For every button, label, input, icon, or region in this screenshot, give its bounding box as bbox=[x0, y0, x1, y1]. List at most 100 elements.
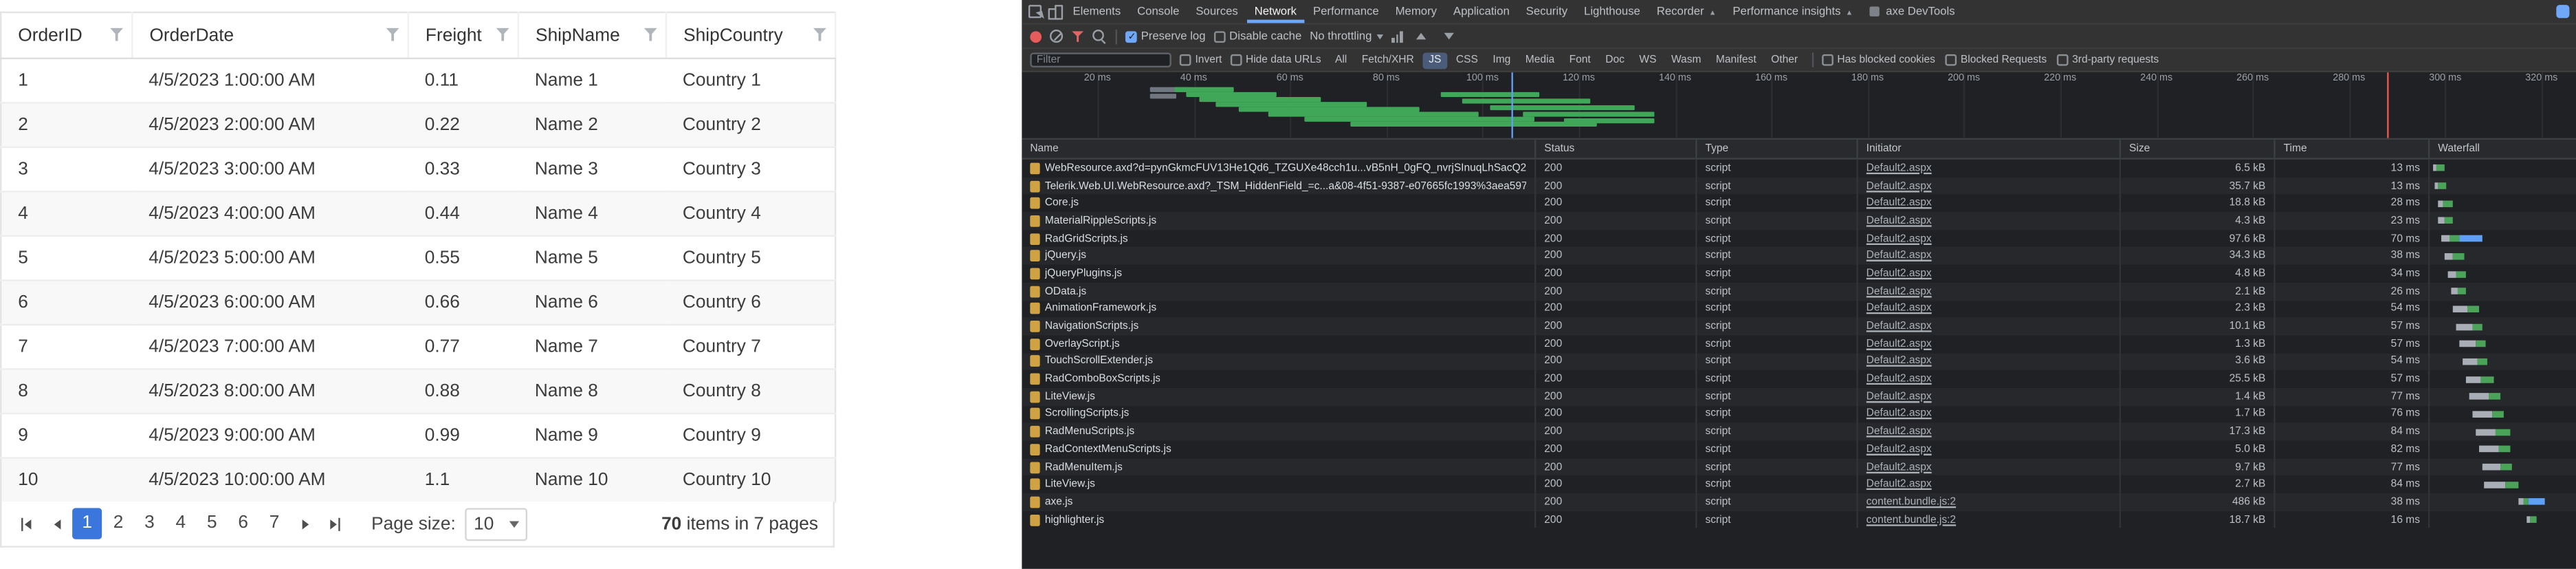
filter-option-blocked-requests[interactable]: Blocked Requests bbox=[1945, 54, 2047, 66]
pager-last-button[interactable] bbox=[320, 508, 351, 539]
request-row[interactable]: MaterialRippleScripts.js200scriptDefault… bbox=[1022, 212, 2576, 230]
initiator-link[interactable]: Default2.aspx bbox=[1867, 374, 1932, 385]
invert-option[interactable]: Invert bbox=[1180, 54, 1222, 66]
tab-console[interactable]: Console bbox=[1129, 0, 1187, 23]
request-row[interactable]: RadMenuScripts.js200scriptDefault2.aspx1… bbox=[1022, 423, 2576, 441]
filter-type-other[interactable]: Other bbox=[1765, 52, 1804, 68]
record-button[interactable] bbox=[1030, 30, 1042, 42]
table-row[interactable]: 54/5/2023 5:00:00 AM0.55Name 5Country 5 bbox=[1, 236, 835, 281]
request-row[interactable]: highlighter.js200scriptcontent.bundle.js… bbox=[1022, 511, 2576, 529]
table-row[interactable]: 44/5/2023 4:00:00 AM0.44Name 4Country 4 bbox=[1, 191, 835, 236]
tab-elements[interactable]: Elements bbox=[1065, 0, 1130, 23]
filter-icon[interactable] bbox=[110, 28, 123, 41]
pager-page-5[interactable]: 5 bbox=[197, 508, 227, 539]
initiator-link[interactable]: Default2.aspx bbox=[1867, 268, 1932, 279]
initiator-link[interactable]: Default2.aspx bbox=[1867, 479, 1932, 491]
tab-recorder[interactable]: Recorder▲ bbox=[1649, 0, 1725, 23]
filter-type-fetch-xhr[interactable]: Fetch/XHR bbox=[1356, 52, 1420, 68]
filter-type-js[interactable]: JS bbox=[1423, 52, 1447, 68]
initiator-link[interactable]: Default2.aspx bbox=[1867, 356, 1932, 367]
export-har-icon[interactable] bbox=[1438, 26, 1458, 46]
column-header-orderid[interactable]: OrderID bbox=[1, 12, 132, 58]
tab-memory[interactable]: Memory bbox=[1387, 0, 1445, 23]
request-row[interactable]: RadComboBoxScripts.js200scriptDefault2.a… bbox=[1022, 370, 2576, 388]
table-row[interactable]: 24/5/2023 2:00:00 AM0.22Name 2Country 2 bbox=[1, 103, 835, 147]
filter-type-img[interactable]: Img bbox=[1487, 52, 1517, 68]
initiator-link[interactable]: Default2.aspx bbox=[1867, 197, 1932, 209]
initiator-link[interactable]: Default2.aspx bbox=[1867, 250, 1932, 262]
checkbox-unchecked-icon[interactable] bbox=[2056, 54, 2068, 66]
tab-application[interactable]: Application bbox=[1445, 0, 1518, 23]
filter-type-all[interactable]: All bbox=[1330, 52, 1353, 68]
initiator-link[interactable]: Default2.aspx bbox=[1867, 180, 1932, 192]
pager-page-6[interactable]: 6 bbox=[228, 508, 258, 539]
pager-page-3[interactable]: 3 bbox=[135, 508, 164, 539]
tab-axe-devtools[interactable]: axe DevTools bbox=[1861, 0, 1963, 23]
device-toolbar-icon[interactable] bbox=[1045, 1, 1065, 21]
initiator-link[interactable]: Default2.aspx bbox=[1867, 215, 1932, 227]
initiator-link[interactable]: Default2.aspx bbox=[1867, 461, 1932, 473]
requests-column-header-name[interactable]: Name bbox=[1022, 140, 1534, 158]
tab-performance-insights[interactable]: Performance insights▲ bbox=[1724, 0, 1861, 23]
tab-performance[interactable]: Performance bbox=[1305, 0, 1387, 23]
request-row[interactable]: ScrollingScripts.js200scriptDefault2.asp… bbox=[1022, 405, 2576, 423]
network-overview[interactable]: 20 ms40 ms60 ms80 ms100 ms120 ms140 ms16… bbox=[1022, 72, 2576, 140]
table-row[interactable]: 64/5/2023 6:00:00 AM0.66Name 6Country 6 bbox=[1, 280, 835, 325]
request-row[interactable]: OverlayScript.js200scriptDefault2.aspx1.… bbox=[1022, 335, 2576, 353]
checkbox-checked-icon[interactable] bbox=[1125, 30, 1137, 42]
table-row[interactable]: 84/5/2023 8:00:00 AM0.88Name 8Country 8 bbox=[1, 369, 835, 414]
request-row[interactable]: OData.js200scriptDefault2.aspx2.1 kB26 m… bbox=[1022, 283, 2576, 301]
filter-toggle-icon[interactable] bbox=[1071, 30, 1084, 42]
table-row[interactable]: 34/5/2023 3:00:00 AM0.33Name 3Country 3 bbox=[1, 147, 835, 192]
pager-next-button[interactable] bbox=[289, 508, 320, 539]
initiator-link[interactable]: Default2.aspx bbox=[1867, 339, 1932, 350]
request-row[interactable]: RadMenuItem.js200scriptDefault2.aspx9.7 … bbox=[1022, 458, 2576, 476]
request-row[interactable]: AnimationFramework.js200scriptDefault2.a… bbox=[1022, 300, 2576, 318]
table-row[interactable]: 94/5/2023 9:00:00 AM0.99Name 9Country 9 bbox=[1, 414, 835, 458]
column-header-orderdate[interactable]: OrderDate bbox=[132, 12, 408, 58]
hide-data-urls-option[interactable]: Hide data URLs bbox=[1230, 54, 1321, 66]
pager-page-7[interactable]: 7 bbox=[260, 508, 289, 539]
filter-option-3rd-party-requests[interactable]: 3rd-party requests bbox=[2056, 54, 2159, 66]
request-row[interactable]: TouchScrollExtender.js200scriptDefault2.… bbox=[1022, 353, 2576, 371]
filter-icon[interactable] bbox=[813, 28, 826, 41]
filter-type-ws[interactable]: WS bbox=[1633, 52, 1662, 68]
table-row[interactable]: 104/5/2023 10:00:00 AM1.1Name 10Country … bbox=[1, 458, 835, 503]
request-row[interactable]: RadContextMenuScripts.js200scriptDefault… bbox=[1022, 440, 2576, 458]
request-row[interactable]: NavigationScripts.js200scriptDefault2.as… bbox=[1022, 318, 2576, 336]
request-row[interactable]: LiteView.js200scriptDefault2.aspx1.4 kB7… bbox=[1022, 388, 2576, 406]
column-header-shipcountry[interactable]: ShipCountry bbox=[666, 12, 835, 58]
request-row[interactable]: WebResource.axd?d=pynGkmcFUV13He1Qd6_TZG… bbox=[1022, 160, 2576, 178]
request-row[interactable]: RadGridScripts.js200scriptDefault2.aspx9… bbox=[1022, 230, 2576, 248]
import-har-icon[interactable] bbox=[1411, 26, 1431, 46]
table-row[interactable]: 74/5/2023 7:00:00 AM0.77Name 7Country 7 bbox=[1, 325, 835, 369]
request-row[interactable]: Core.js200scriptDefault2.aspx18.8 kB28 m… bbox=[1022, 195, 2576, 213]
requests-column-header-waterfall[interactable]: Waterfall bbox=[2428, 140, 2576, 158]
search-icon[interactable] bbox=[1092, 29, 1108, 44]
checkbox-unchecked-icon[interactable] bbox=[1822, 54, 1834, 66]
filter-type-manifest[interactable]: Manifest bbox=[1710, 52, 1762, 68]
request-row[interactable]: Telerik.Web.UI.WebResource.axd?_TSM_Hidd… bbox=[1022, 177, 2576, 195]
disable-cache-option[interactable]: Disable cache bbox=[1213, 30, 1301, 42]
column-header-shipname[interactable]: ShipName bbox=[518, 12, 666, 58]
filter-type-media[interactable]: Media bbox=[1519, 52, 1560, 68]
table-row[interactable]: 14/5/2023 1:00:00 AM0.11Name 1Country 1 bbox=[1, 58, 835, 103]
requests-column-header-time[interactable]: Time bbox=[2274, 140, 2428, 158]
pager-page-1[interactable]: 1 bbox=[72, 508, 102, 539]
checkbox-unchecked-icon[interactable] bbox=[1945, 54, 1957, 66]
devtools-badge-icon[interactable] bbox=[2556, 5, 2569, 18]
pager-first-button[interactable] bbox=[10, 508, 41, 539]
initiator-link[interactable]: Default2.aspx bbox=[1867, 444, 1932, 455]
initiator-link[interactable]: content.bundle.js:2 bbox=[1867, 496, 1956, 508]
initiator-link[interactable]: content.bundle.js:2 bbox=[1867, 514, 1956, 526]
requests-column-header-initiator[interactable]: Initiator bbox=[1856, 140, 2119, 158]
initiator-link[interactable]: Default2.aspx bbox=[1867, 426, 1932, 438]
filter-icon[interactable] bbox=[386, 28, 399, 41]
request-row[interactable]: jQuery.js200scriptDefault2.aspx34.3 kB38… bbox=[1022, 247, 2576, 265]
initiator-link[interactable]: Default2.aspx bbox=[1867, 162, 1932, 174]
filter-type-doc[interactable]: Doc bbox=[1600, 52, 1630, 68]
tab-network[interactable]: Network bbox=[1246, 0, 1305, 23]
initiator-link[interactable]: Default2.aspx bbox=[1867, 233, 1932, 244]
checkbox-unchecked-icon[interactable] bbox=[1213, 30, 1225, 42]
filter-type-css[interactable]: CSS bbox=[1451, 52, 1484, 68]
